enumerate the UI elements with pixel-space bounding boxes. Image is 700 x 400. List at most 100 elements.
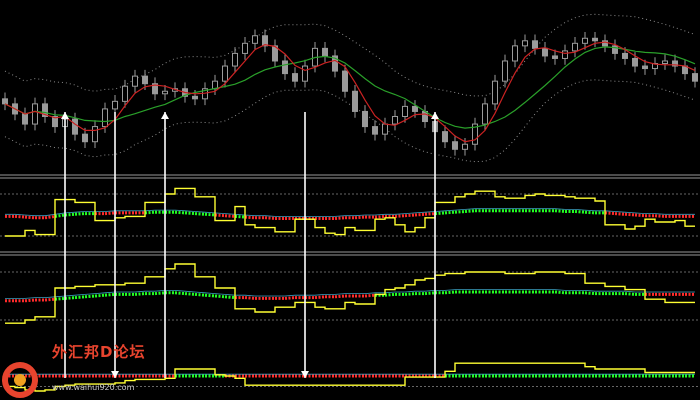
candle-body bbox=[632, 57, 638, 67]
signal-segment bbox=[244, 296, 256, 300]
signal-segment bbox=[204, 293, 216, 298]
signal-segment bbox=[634, 213, 646, 218]
signal-segment bbox=[604, 211, 616, 216]
signal-segment bbox=[414, 212, 426, 217]
signal-segment bbox=[104, 211, 116, 216]
candle-body bbox=[322, 47, 328, 57]
signal-segment bbox=[654, 214, 666, 218]
candle-body bbox=[82, 133, 88, 143]
signal-segment bbox=[394, 214, 406, 218]
candle-body bbox=[492, 80, 498, 105]
signal-segment bbox=[234, 214, 246, 219]
candle-body bbox=[32, 103, 38, 125]
candle-body bbox=[252, 35, 258, 44]
candle-body bbox=[242, 42, 248, 54]
candle-body bbox=[2, 98, 8, 105]
candle-body bbox=[362, 110, 368, 128]
signal-segment bbox=[84, 294, 96, 299]
chart-canvas bbox=[0, 0, 700, 400]
signal-segment bbox=[134, 292, 146, 296]
watermark-text: 外汇邦D论坛 bbox=[52, 343, 146, 361]
signal-segment bbox=[74, 212, 86, 216]
signal-segment bbox=[444, 290, 456, 295]
signal-segment bbox=[144, 210, 156, 215]
signal-segment bbox=[244, 215, 256, 220]
signal-segment bbox=[94, 293, 106, 298]
candle-body bbox=[92, 126, 98, 143]
candle-body bbox=[102, 108, 108, 128]
candle-body bbox=[382, 123, 388, 135]
signal-segment bbox=[224, 295, 236, 300]
candle-body bbox=[552, 55, 558, 59]
signal-segment bbox=[44, 297, 56, 302]
candle-body bbox=[412, 105, 418, 112]
candle-body bbox=[562, 50, 568, 59]
signal-segment bbox=[464, 209, 476, 213]
signal-segment bbox=[104, 292, 116, 297]
signal-segment bbox=[424, 212, 436, 216]
signal-segment bbox=[624, 292, 636, 296]
signal-segment bbox=[44, 214, 56, 220]
watermark-url: www.waihui920.com bbox=[52, 383, 135, 392]
signal-segment bbox=[204, 212, 216, 217]
signal-segment bbox=[614, 212, 626, 216]
candle-body bbox=[372, 126, 378, 135]
logo-swirl-core-icon bbox=[14, 374, 26, 386]
signal-segment bbox=[184, 292, 196, 296]
signal-segment bbox=[174, 291, 186, 296]
candle-body bbox=[302, 65, 308, 82]
signal-segment bbox=[334, 216, 346, 220]
signal-segment bbox=[194, 292, 206, 297]
candle-body bbox=[462, 143, 468, 150]
candle-body bbox=[292, 73, 298, 82]
signal-segment bbox=[554, 209, 566, 213]
signal-segment bbox=[194, 212, 206, 216]
signal-segment bbox=[454, 210, 466, 214]
signal-segment bbox=[314, 295, 326, 300]
signal-segment bbox=[54, 296, 66, 301]
candle-body bbox=[542, 47, 548, 57]
signal-segment bbox=[554, 290, 566, 295]
candle-body bbox=[72, 118, 78, 135]
signal-segment bbox=[264, 216, 276, 220]
candle-body bbox=[522, 40, 528, 47]
candle-body bbox=[662, 60, 668, 65]
signal-segment bbox=[384, 292, 396, 297]
candle-body bbox=[22, 113, 28, 125]
signal-segment bbox=[64, 296, 76, 300]
signal-segment bbox=[424, 291, 436, 296]
signal-segment bbox=[154, 291, 166, 296]
candle-body bbox=[502, 60, 508, 82]
signal-segment bbox=[14, 214, 26, 219]
candle-body bbox=[572, 42, 578, 52]
candle-body bbox=[402, 105, 408, 117]
candle-body bbox=[532, 40, 538, 49]
candle-body bbox=[282, 60, 288, 75]
candle-body bbox=[192, 95, 198, 100]
signal-segment bbox=[624, 212, 636, 217]
candle-body bbox=[512, 45, 518, 62]
signal-segment bbox=[74, 295, 86, 300]
signal-segment bbox=[444, 210, 456, 215]
signal-segment bbox=[374, 214, 386, 219]
signal-segment bbox=[54, 213, 66, 218]
candle-body bbox=[222, 65, 228, 82]
signal-segment bbox=[574, 210, 586, 214]
signal-segment bbox=[584, 210, 596, 215]
candle-body bbox=[132, 75, 138, 87]
signal-segment bbox=[284, 296, 296, 300]
candle-body bbox=[442, 131, 448, 143]
candle-body bbox=[162, 90, 168, 95]
candle-body bbox=[142, 75, 148, 85]
signal-segment bbox=[184, 211, 196, 216]
signal-segment bbox=[64, 212, 76, 217]
signal-segment bbox=[404, 292, 416, 296]
signal-segment bbox=[364, 293, 376, 298]
candle-body bbox=[582, 37, 588, 44]
candle-body bbox=[592, 37, 598, 42]
watermark-logo bbox=[2, 362, 38, 398]
signal-segment bbox=[214, 294, 226, 299]
candle-body bbox=[392, 115, 398, 125]
signal-segment bbox=[584, 291, 596, 296]
signal-segment bbox=[24, 298, 36, 303]
